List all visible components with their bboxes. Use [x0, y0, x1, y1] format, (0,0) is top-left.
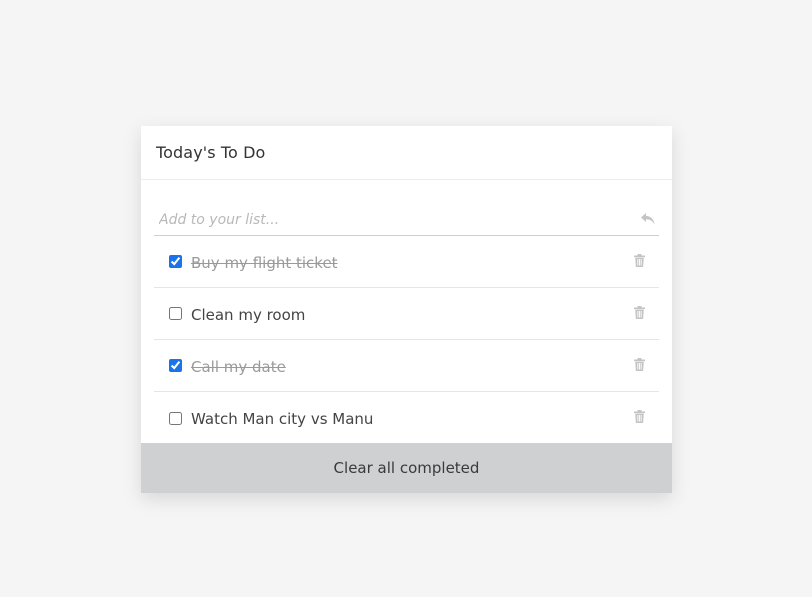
todo-checkbox[interactable] — [169, 411, 182, 425]
trash-icon[interactable] — [634, 306, 645, 319]
todo-list: Buy my flight ticket Clean my room Call … — [154, 236, 659, 444]
todo-text: Clean my room — [191, 305, 306, 324]
todo-checkbox[interactable] — [169, 359, 182, 372]
trash-icon[interactable] — [634, 254, 645, 267]
todo-checkbox[interactable] — [169, 307, 182, 320]
todo-item: Call my date — [154, 340, 659, 392]
card-header: Today's To Do — [141, 126, 672, 180]
todo-card: Today's To Do Buy my flight ticket Clean… — [141, 126, 672, 493]
reply-icon[interactable] — [640, 212, 656, 226]
trash-icon[interactable] — [634, 358, 645, 371]
trash-icon[interactable] — [634, 410, 645, 423]
todo-text: Call my date — [191, 357, 286, 376]
todo-checkbox[interactable] — [169, 255, 182, 268]
page-title: Today's To Do — [156, 143, 266, 162]
todo-item: Watch Man city vs Manu — [154, 392, 659, 444]
todo-text: Watch Man city vs Manu — [191, 410, 374, 428]
todo-text: Buy my flight ticket — [191, 253, 338, 272]
todo-item: Buy my flight ticket — [154, 236, 659, 288]
add-todo-row — [154, 206, 659, 236]
clear-completed-button[interactable]: Clear all completed — [141, 443, 672, 493]
add-todo-input[interactable] — [154, 206, 624, 234]
todo-item: Clean my room — [154, 288, 659, 340]
